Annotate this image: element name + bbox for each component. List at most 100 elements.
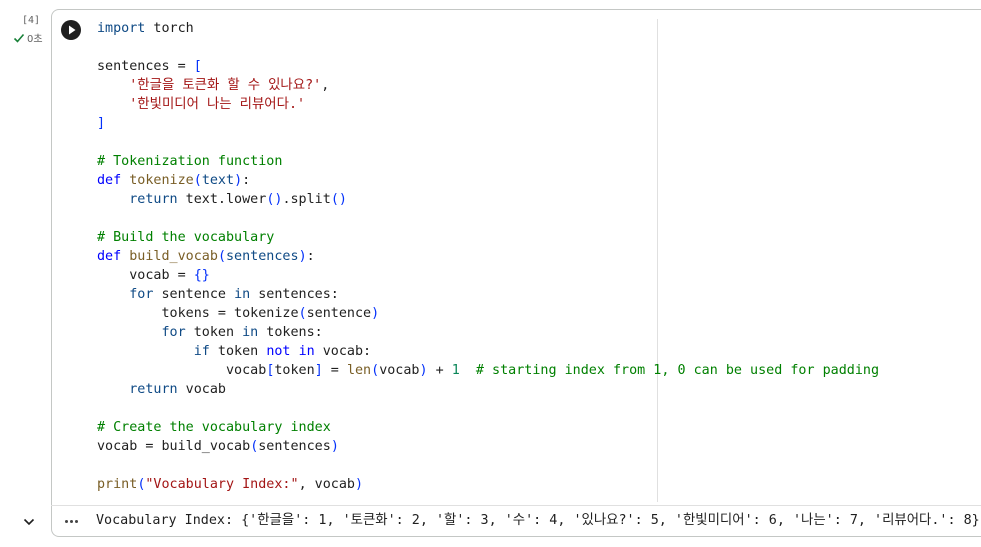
code-token: # starting index from 1, 0 can be used f… [459, 363, 880, 378]
code-line: import torch [97, 19, 879, 38]
code-token: in [298, 344, 315, 359]
code-line: tokens = tokenize(sentence) [97, 304, 879, 323]
code-token: ( [193, 173, 202, 188]
code-editor[interactable]: import torch sentences = [ '한글을 토큰화 할 수 … [97, 19, 879, 494]
code-token: # Tokenization function [97, 154, 283, 169]
collapse-output-button[interactable] [20, 513, 38, 531]
code-token: vocab [379, 363, 420, 378]
code-token: sentence [306, 306, 372, 321]
code-token: sentences: [250, 287, 339, 302]
code-line: for token in tokens: [97, 323, 879, 342]
code-token: '한글을 토큰화 할 수 있나요?' [129, 78, 322, 93]
code-token: , [321, 78, 330, 93]
code-token: ] [97, 116, 106, 131]
code-token: tokenize [129, 173, 194, 188]
check-icon [13, 33, 25, 43]
code-token: [ [193, 59, 202, 74]
execution-count: [4] [22, 15, 41, 26]
code-line: vocab[token] = len(vocab) + 1 # starting… [97, 361, 879, 380]
code-token: sentences = [97, 59, 194, 74]
code-token: ) [355, 477, 364, 492]
play-circle-icon [69, 25, 76, 35]
code-line: vocab = build_vocab(sentences) [97, 437, 879, 456]
code-token: vocab [97, 363, 267, 378]
code-token: , vocab [298, 477, 355, 492]
code-token: = [322, 363, 347, 378]
code-token: tokens: [258, 325, 323, 340]
code-line: # Tokenization function [97, 152, 879, 171]
code-token: vocab: [314, 344, 372, 359]
code-line: sentences = [ [97, 57, 879, 76]
code-token: token [274, 363, 315, 378]
output-actions-button[interactable] [60, 512, 82, 530]
code-token: for [129, 287, 154, 302]
code-token: ) [298, 249, 307, 264]
code-token: ] [314, 363, 323, 378]
code-token: not [266, 344, 291, 359]
code-token: in [234, 287, 251, 302]
code-token: ( [371, 363, 380, 378]
code-token: sentences [258, 439, 331, 454]
code-token: : [242, 173, 251, 188]
code-token: if [193, 344, 210, 359]
chevron-down-icon [23, 518, 35, 526]
code-token: in [242, 325, 259, 340]
code-token: text [201, 173, 235, 188]
code-line: '한글을 토큰화 할 수 있나요?', [97, 76, 879, 95]
code-line: def tokenize(text): [97, 171, 879, 190]
code-line: # Build the vocabulary [97, 228, 879, 247]
code-token: # Create the vocabulary index [97, 420, 331, 435]
code-token: ( [217, 249, 226, 264]
code-token: tokens = tokenize [97, 306, 299, 321]
code-token: len [346, 363, 372, 378]
code-line: for sentence in sentences: [97, 285, 879, 304]
code-line: return text.lower().split() [97, 190, 879, 209]
code-token: '한빛미디어 나는 리뷰어다.' [129, 97, 306, 112]
code-token: torch [145, 21, 194, 36]
code-token: build_vocab [129, 249, 218, 264]
run-cell-button[interactable] [61, 20, 81, 40]
execution-status: 0초 [13, 30, 43, 45]
code-line: vocab = {} [97, 266, 879, 285]
code-token: text.lower [177, 192, 267, 207]
code-token: 1 [451, 363, 460, 378]
code-token: ) [330, 439, 339, 454]
output-divider [51, 505, 981, 506]
code-token: ( [298, 306, 307, 321]
code-line: return vocab [97, 380, 879, 399]
code-line: '한빛미디어 나는 리뷰어다.' [97, 95, 879, 114]
code-token: ) [234, 173, 243, 188]
code-token: vocab = build_vocab [97, 439, 251, 454]
code-token: "Vocabulary Index:" [145, 477, 299, 492]
code-token: return [129, 192, 178, 207]
code-token: {} [193, 268, 210, 283]
code-token: vocab [177, 382, 226, 397]
code-token: .split [282, 192, 331, 207]
code-line: # Create the vocabulary index [97, 418, 879, 437]
code-line: print("Vocabulary Index:", vocab) [97, 475, 879, 494]
cell-output: Vocabulary Index: {'한글을': 1, '토큰화': 2, '… [96, 513, 980, 528]
code-token: + [427, 363, 452, 378]
code-token: for [161, 325, 186, 340]
code-token: return [129, 382, 178, 397]
code-line: def build_vocab(sentences): [97, 247, 879, 266]
code-token: import [97, 21, 146, 36]
code-token: token [209, 344, 267, 359]
code-token: vocab = [97, 268, 194, 283]
code-token: ) [371, 306, 380, 321]
code-token: ) [419, 363, 428, 378]
code-token: () [266, 192, 283, 207]
code-line: if token not in vocab: [97, 342, 879, 361]
